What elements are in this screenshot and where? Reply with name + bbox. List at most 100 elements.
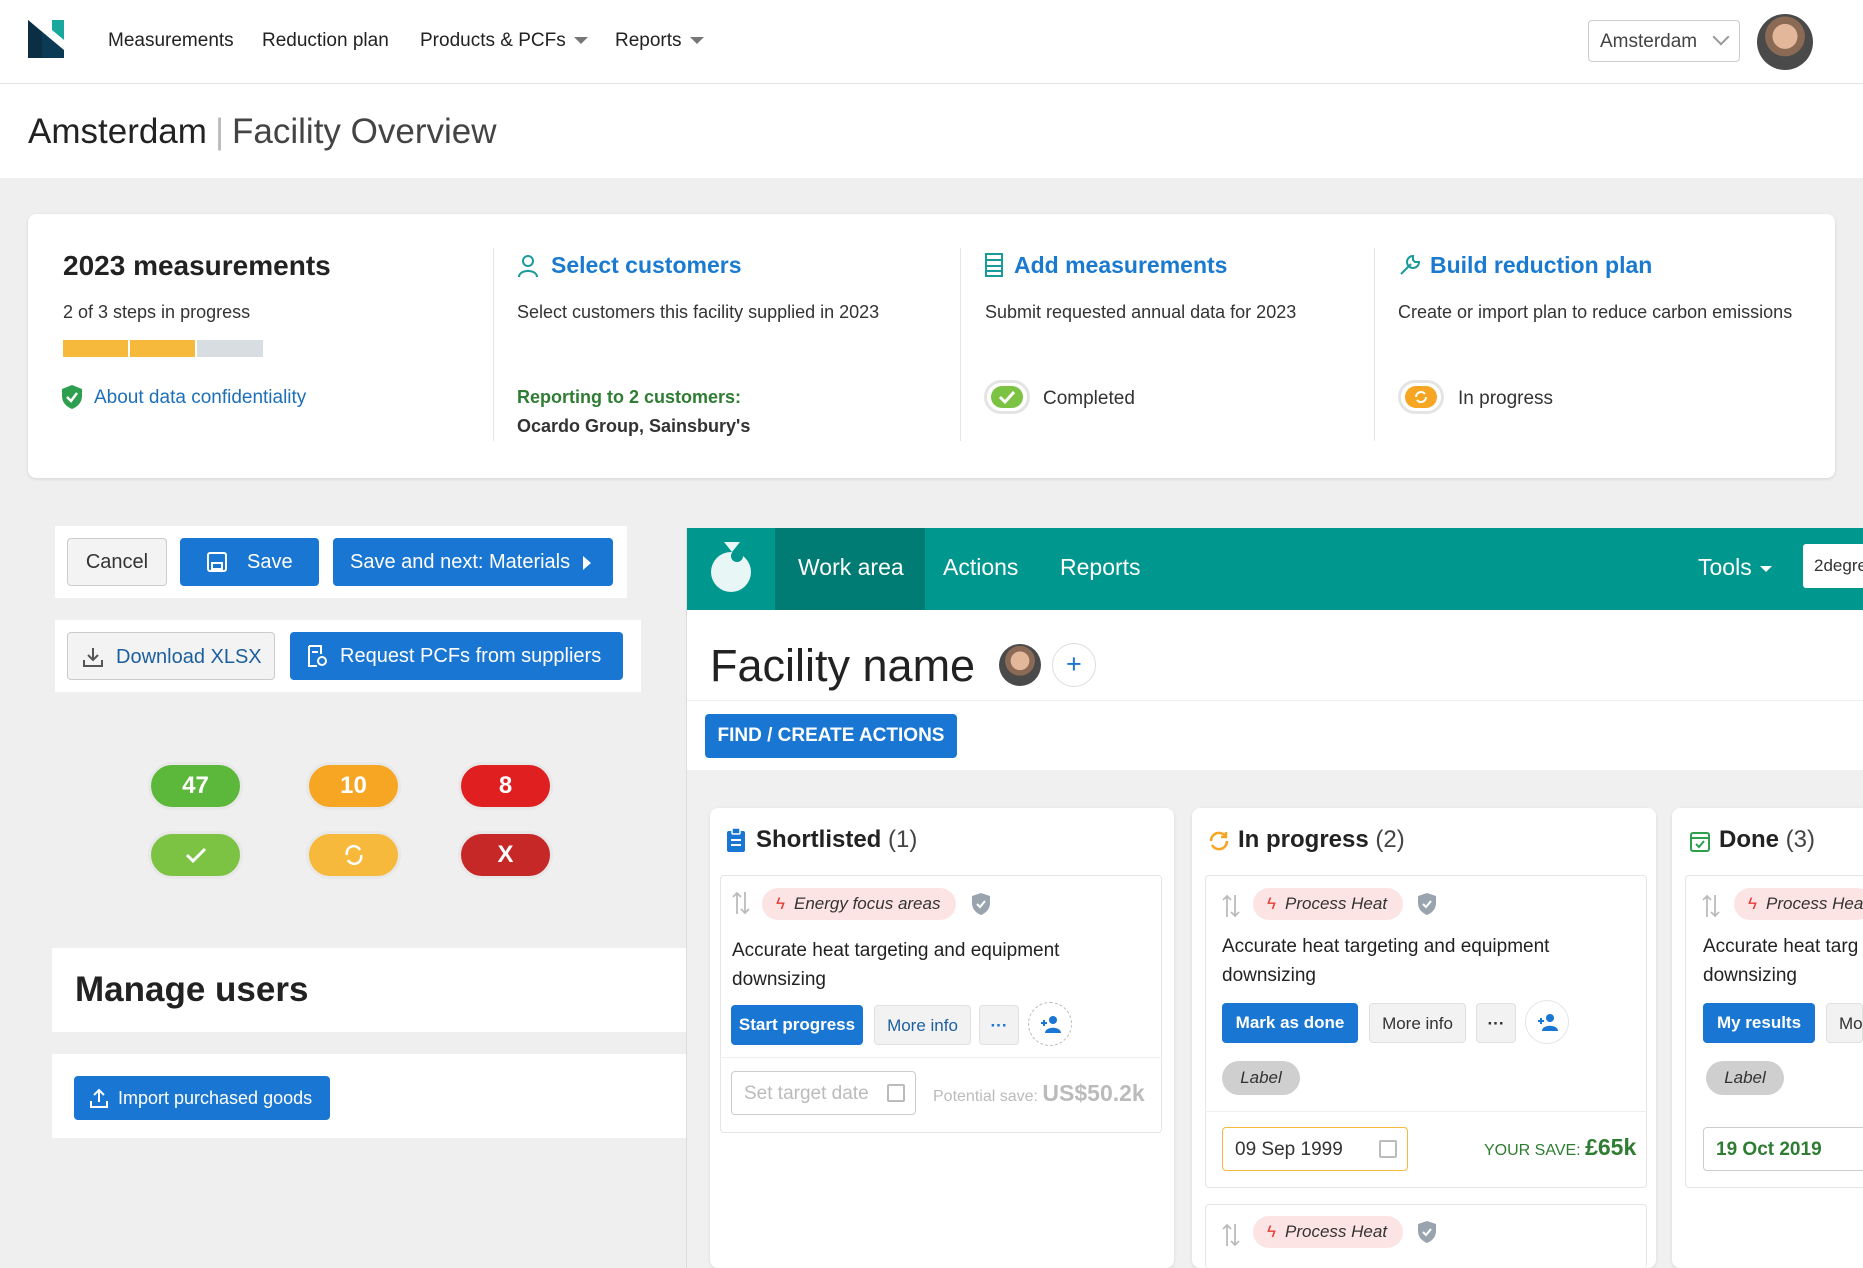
app-logo[interactable]	[706, 536, 756, 596]
in-progress-status-icon	[1398, 380, 1444, 414]
my-results-button[interactable]: My results	[1703, 1003, 1815, 1043]
item-label-chip[interactable]: Label	[1706, 1061, 1784, 1095]
chevron-down-icon	[1712, 28, 1730, 46]
app-tab-actions[interactable]: Actions	[943, 554, 1018, 581]
lightning-icon: ϟ	[776, 894, 785, 913]
facility-owner-avatar[interactable]	[999, 644, 1041, 686]
measurements-heading: 2023 measurements	[63, 250, 331, 281]
lightning-icon: ϟ	[1267, 1222, 1276, 1241]
target-date-input[interactable]: Set target date	[731, 1071, 916, 1115]
sort-arrows-icon[interactable]	[1701, 893, 1721, 919]
action-description: Accurate heat targeting and equipment do…	[1222, 936, 1550, 986]
person-icon	[518, 255, 538, 278]
title-separator: |	[214, 112, 225, 151]
tag-label: Process Hea	[1766, 894, 1863, 913]
tag-label: Process Heat	[1285, 894, 1388, 913]
sort-arrows-icon[interactable]	[1221, 893, 1241, 919]
build-reduction-plan-link[interactable]: Build reduction plan	[1430, 252, 1652, 279]
select-customers-link[interactable]: Select customers	[551, 252, 741, 279]
item-label-chip[interactable]: Label	[1222, 1061, 1300, 1095]
cancel-button[interactable]: Cancel	[67, 538, 167, 586]
request-pcfs-button[interactable]: Request PCFs from suppliers	[290, 632, 623, 680]
app-tab-work-area[interactable]: Work area	[775, 528, 925, 610]
nav-item-measurements[interactable]: Measurements	[108, 30, 234, 52]
wrench-icon	[1400, 254, 1421, 275]
clipboard-icon	[727, 827, 745, 852]
column-name: Shortlisted	[756, 826, 882, 853]
nav-item-products-pcfs[interactable]: Products & PCFs	[420, 30, 588, 52]
date-placeholder: Set target date	[744, 1083, 869, 1104]
document-sync-icon	[308, 645, 327, 667]
tag-label: Energy focus areas	[794, 894, 941, 913]
column-title: Done (3)	[1719, 826, 1815, 854]
check-icon	[991, 386, 1023, 408]
nav-item-reports[interactable]: Reports	[615, 30, 704, 52]
target-date-input[interactable]: 19 Oct 2019	[1703, 1127, 1863, 1171]
save-value: US$50.2k	[1042, 1080, 1145, 1106]
sync-icon-badge	[306, 831, 401, 879]
more-options-button[interactable]: ···	[979, 1005, 1019, 1045]
save-label: YOUR SAVE:	[1484, 1142, 1581, 1159]
brand-logo[interactable]	[28, 20, 64, 58]
page-title-city: Amsterdam	[28, 112, 207, 151]
app-tab-reports[interactable]: Reports	[1060, 554, 1141, 581]
facility-select[interactable]: Amsterdam	[1588, 20, 1740, 62]
save-label: Potential save:	[933, 1088, 1038, 1105]
divider	[720, 1057, 1162, 1058]
download-xlsx-label: Download XLSX	[116, 646, 262, 668]
more-info-button[interactable]: More info	[874, 1005, 971, 1045]
manage-users-title: Manage users	[75, 970, 309, 1009]
assign-user-button[interactable]	[1525, 1000, 1569, 1044]
build-reduction-plan-desc: Create or import plan to reduce carbon e…	[1398, 302, 1793, 322]
nav-item-label: Reports	[615, 30, 682, 51]
download-xlsx-button[interactable]: Download XLSX	[67, 632, 275, 680]
upload-icon	[90, 1088, 108, 1108]
divider	[493, 248, 494, 441]
divider	[960, 248, 961, 441]
sort-arrows-icon[interactable]	[1221, 1222, 1241, 1248]
page-title: Amsterdam | Facility Overview	[28, 112, 497, 152]
add-member-button[interactable]: +	[1052, 643, 1096, 687]
progress-segment	[197, 340, 263, 357]
find-create-actions-button[interactable]: FIND / CREATE ACTIONS	[705, 714, 957, 758]
more-info-button[interactable]: More info	[1369, 1003, 1466, 1043]
column-title: In progress (2)	[1238, 826, 1405, 854]
save-and-next-button[interactable]: Save and next: Materials	[333, 538, 613, 586]
more-info-button[interactable]: Mo	[1826, 1003, 1863, 1043]
tag-label: Process Heat	[1285, 1222, 1388, 1241]
mark-as-done-button[interactable]: Mark as done	[1222, 1003, 1358, 1043]
save-value: £65k	[1585, 1134, 1637, 1160]
tools-label: Tools	[1698, 554, 1752, 580]
user-avatar[interactable]	[1757, 14, 1813, 70]
completed-status-icon	[984, 380, 1030, 414]
column-count: (1)	[888, 826, 918, 853]
check-icon-badge	[148, 831, 243, 879]
column-name: Done	[1719, 826, 1779, 853]
data-confidentiality-link[interactable]: About data confidentiality	[94, 387, 306, 409]
count-orange-badge: 10	[306, 762, 401, 810]
top-navbar: Measurements Reduction plan Products & P…	[0, 0, 1863, 84]
target-date-input[interactable]: 09 Sep 1999	[1222, 1127, 1408, 1171]
column-name: In progress	[1238, 826, 1369, 853]
divider	[687, 700, 1863, 701]
start-progress-button[interactable]: Start progress	[731, 1005, 863, 1045]
import-purchased-goods-button[interactable]: Import purchased goods	[74, 1076, 330, 1120]
caret-right-icon	[583, 556, 591, 570]
tools-menu[interactable]: Tools	[1698, 554, 1772, 581]
add-measurements-link[interactable]: Add measurements	[1014, 252, 1227, 279]
save-button[interactable]: Save	[180, 538, 319, 586]
app-tab-label: Work area	[798, 554, 904, 580]
sort-arrows-icon[interactable]	[731, 890, 751, 916]
category-tag: ϟ Process Heat	[1253, 1216, 1404, 1248]
progress-segment	[63, 340, 128, 357]
date-value: 09 Sep 1999	[1235, 1139, 1343, 1160]
calendar-check-icon	[1690, 832, 1710, 852]
facility-name-title: Facility name	[710, 640, 976, 691]
progress-segment	[130, 340, 195, 357]
add-person-icon	[1041, 1016, 1061, 1033]
action-description: Accurate heat targ	[1703, 936, 1859, 957]
more-options-button[interactable]: ···	[1476, 1003, 1516, 1043]
app-search-input[interactable]: 2degre	[1803, 544, 1863, 588]
nav-item-reduction-plan[interactable]: Reduction plan	[262, 30, 389, 52]
assign-user-button[interactable]	[1028, 1002, 1072, 1046]
